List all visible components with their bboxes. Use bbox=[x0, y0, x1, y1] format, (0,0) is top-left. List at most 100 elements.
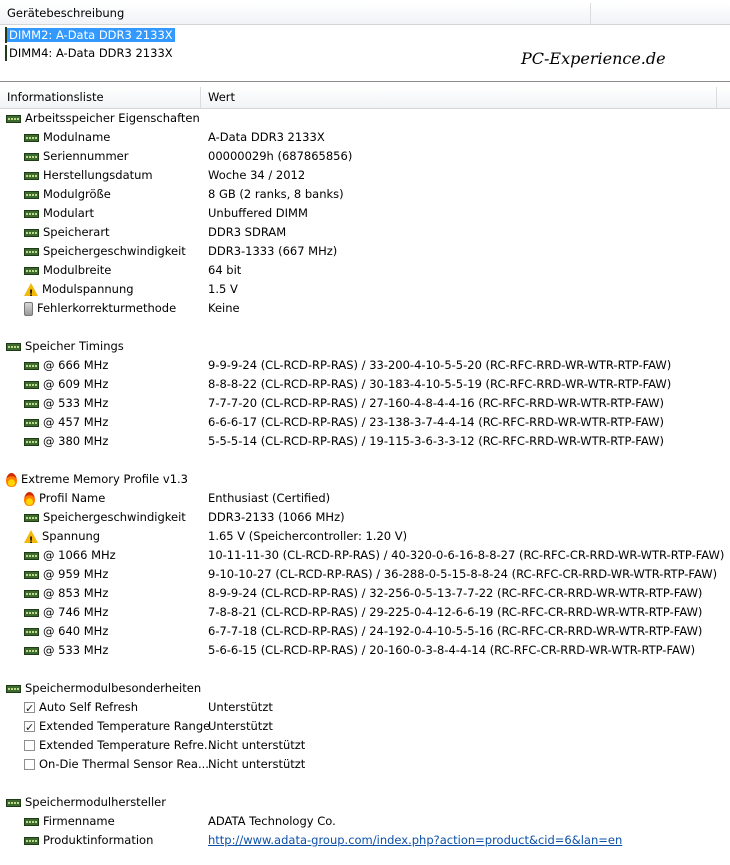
ecc-icon bbox=[24, 301, 33, 316]
item-name: Modulbreite bbox=[43, 263, 112, 277]
list-item[interactable]: Extended Temperature Range bbox=[24, 717, 211, 737]
list-item[interactable]: @ 533 MHz bbox=[24, 641, 108, 660]
ram-icon bbox=[6, 798, 21, 807]
list-item[interactable]: @ 380 MHz bbox=[24, 432, 108, 451]
ram-icon bbox=[24, 171, 39, 180]
info-list-header: Informationsliste Wert bbox=[0, 87, 730, 109]
list-item[interactable]: Herstellungsdatum bbox=[24, 166, 153, 185]
list-item[interactable]: Extended Temperature Refre... bbox=[24, 736, 215, 755]
list-item[interactable]: @ 609 MHz bbox=[24, 375, 108, 394]
ram-icon bbox=[24, 190, 39, 199]
item-name: Spannung bbox=[42, 529, 101, 543]
list-item[interactable]: @ 959 MHz bbox=[24, 565, 108, 584]
checkbox-checked-icon[interactable] bbox=[24, 718, 35, 737]
ram-icon bbox=[24, 266, 39, 275]
section-title: Arbeitsspeicher Eigenschaften bbox=[25, 111, 200, 125]
section-header[interactable]: Extreme Memory Profile v1.3 bbox=[6, 470, 188, 489]
item-value: DDR3-1333 (667 MHz) bbox=[208, 244, 338, 258]
section-header[interactable]: Speicher Timings bbox=[6, 337, 124, 356]
splitter[interactable] bbox=[0, 81, 730, 82]
item-value: 00000029h (687865856) bbox=[208, 149, 353, 163]
item-value: 9-9-9-24 (CL-RCD-RP-RAS) / 33-200-4-10-5… bbox=[208, 358, 672, 372]
list-item[interactable]: Speichergeschwindigkeit bbox=[24, 508, 186, 527]
warning-icon bbox=[24, 283, 38, 304]
item-value: 5-5-5-14 (CL-RCD-RP-RAS) / 19-115-3-6-3-… bbox=[208, 434, 664, 448]
item-value: ADATA Technology Co. bbox=[208, 814, 336, 828]
item-value: 8 GB (2 ranks, 8 banks) bbox=[208, 187, 344, 201]
list-item[interactable]: @ 746 MHz bbox=[24, 603, 108, 622]
column-separator bbox=[590, 3, 591, 24]
section-title: Speichermodulbesonderheiten bbox=[25, 681, 202, 695]
item-value: Unbuffered DIMM bbox=[208, 206, 308, 220]
ram-icon bbox=[6, 684, 21, 693]
column-header-device-description[interactable]: Gerätebeschreibung bbox=[0, 3, 590, 24]
column-header-value[interactable]: Wert bbox=[201, 87, 716, 108]
checkbox-empty-icon[interactable] bbox=[24, 740, 35, 751]
ram-icon bbox=[24, 836, 39, 845]
list-item[interactable]: Speicherart bbox=[24, 223, 110, 242]
list-item[interactable]: Modulname bbox=[24, 128, 110, 147]
column-header-info-list[interactable]: Informationsliste bbox=[0, 87, 200, 108]
item-value: 8-8-8-22 (CL-RCD-RP-RAS) / 30-183-4-10-5… bbox=[208, 377, 672, 391]
section-header[interactable]: Arbeitsspeicher Eigenschaften bbox=[6, 109, 200, 128]
item-value: 8-9-9-24 (CL-RCD-RP-RAS) / 32-256-0-5-13… bbox=[208, 586, 703, 600]
item-name: @ 609 MHz bbox=[43, 377, 109, 391]
list-item[interactable]: Auto Self Refresh bbox=[24, 698, 138, 718]
list-item[interactable]: @ 533 MHz bbox=[24, 394, 108, 413]
list-item[interactable]: @ 1066 MHz bbox=[24, 546, 116, 565]
section-header[interactable]: Speichermodulhersteller bbox=[6, 793, 166, 812]
device-item[interactable]: DIMM4: A-Data DDR3 2133X bbox=[5, 45, 175, 62]
item-value: Nicht unterstützt bbox=[208, 757, 306, 771]
list-item[interactable]: @ 640 MHz bbox=[24, 622, 108, 641]
item-name: Speicherart bbox=[43, 225, 110, 239]
item-name: @ 666 MHz bbox=[43, 358, 109, 372]
ram-icon bbox=[24, 247, 39, 256]
item-name: Profil Name bbox=[39, 491, 106, 505]
ram-icon bbox=[24, 228, 39, 237]
checkbox-checked-icon[interactable] bbox=[24, 699, 35, 718]
list-item[interactable]: Produktinformation bbox=[24, 831, 153, 850]
fire-icon bbox=[6, 472, 17, 487]
ram-icon bbox=[5, 45, 7, 61]
item-value: 10-11-11-30 (CL-RCD-RP-RAS) / 40-320-0-6… bbox=[208, 548, 725, 562]
item-name: @ 853 MHz bbox=[43, 586, 109, 600]
item-value: Unterstützt bbox=[208, 719, 273, 733]
ram-icon bbox=[24, 551, 39, 560]
item-name: @ 746 MHz bbox=[43, 605, 109, 619]
list-item[interactable]: Fehlerkorrekturmethode bbox=[24, 299, 176, 318]
item-name: Modulgröße bbox=[43, 187, 111, 201]
item-value: DDR3-2133 (1066 MHz) bbox=[208, 510, 345, 524]
list-item[interactable]: Modulgröße bbox=[24, 185, 111, 204]
list-item[interactable]: @ 457 MHz bbox=[24, 413, 108, 432]
list-item[interactable]: Seriennummer bbox=[24, 147, 128, 166]
ram-icon bbox=[24, 608, 39, 617]
item-value: 6-7-7-18 (CL-RCD-RP-RAS) / 24-192-0-4-10… bbox=[208, 624, 703, 638]
section-title: Speicher Timings bbox=[25, 339, 124, 353]
item-name: Modulspannung bbox=[42, 282, 134, 296]
item-name: @ 640 MHz bbox=[43, 624, 109, 638]
item-name: Fehlerkorrekturmethode bbox=[37, 301, 177, 315]
list-item[interactable]: @ 666 MHz bbox=[24, 356, 108, 375]
ram-icon bbox=[24, 209, 39, 218]
list-item[interactable]: Spannung bbox=[24, 527, 101, 551]
device-item[interactable]: DIMM2: A-Data DDR3 2133X bbox=[5, 27, 175, 44]
list-item[interactable]: Modulart bbox=[24, 204, 94, 223]
list-item[interactable]: Firmenname bbox=[24, 812, 115, 831]
list-item[interactable]: On-Die Thermal Sensor Rea... bbox=[24, 755, 209, 774]
list-item[interactable]: @ 853 MHz bbox=[24, 584, 108, 603]
device-list-header: Gerätebeschreibung bbox=[0, 3, 730, 25]
checkbox-empty-icon[interactable] bbox=[24, 759, 35, 770]
item-name: @ 1066 MHz bbox=[43, 548, 116, 562]
item-name: Extended Temperature Range bbox=[39, 719, 211, 733]
column-separator bbox=[716, 87, 717, 108]
list-item[interactable]: Speichergeschwindigkeit bbox=[24, 242, 186, 261]
fire-icon bbox=[24, 491, 35, 506]
list-item[interactable]: Modulspannung bbox=[24, 280, 134, 304]
item-value: 6-6-6-17 (CL-RCD-RP-RAS) / 23-138-3-7-4-… bbox=[208, 415, 664, 429]
ram-icon bbox=[6, 342, 21, 351]
list-item[interactable]: Modulbreite bbox=[24, 261, 111, 280]
item-value: 7-8-8-21 (CL-RCD-RP-RAS) / 29-225-0-4-12… bbox=[208, 605, 703, 619]
section-header[interactable]: Speichermodulbesonderheiten bbox=[6, 679, 201, 698]
list-item[interactable]: Profil Name bbox=[24, 489, 105, 508]
item-value-link[interactable]: http://www.adata-group.com/index.php?act… bbox=[208, 831, 622, 850]
